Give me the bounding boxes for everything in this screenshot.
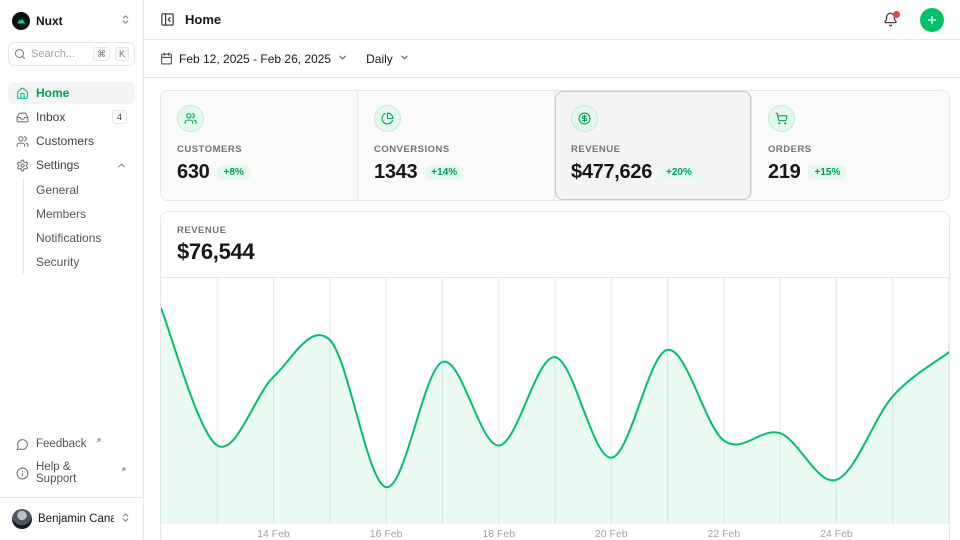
search-input[interactable]: Search... ⌘ K: [8, 42, 135, 66]
users-icon: [16, 135, 29, 148]
help-support-label: Help & Support: [36, 461, 112, 485]
chevron-down-icon: [399, 52, 410, 66]
stat-label: CONVERSIONS: [374, 144, 538, 155]
sidebar-item-customers[interactable]: Customers: [8, 130, 135, 152]
add-button[interactable]: [920, 8, 944, 32]
stat-delta-badge: +8%: [217, 165, 249, 180]
feedback-label: Feedback: [36, 438, 87, 450]
x-axis-tick: 20 Feb: [595, 528, 628, 540]
sidebar-item-notifications[interactable]: Notifications: [24, 226, 135, 250]
user-menu[interactable]: Benjamin Canac: [8, 506, 135, 532]
sidebar-item-label: Customers: [36, 134, 127, 148]
external-link-icon: [95, 435, 102, 447]
user-name: Benjamin Canac: [38, 513, 114, 525]
x-axis-tick: 14 Feb: [257, 528, 290, 540]
sidebar-item-general[interactable]: General: [24, 178, 135, 202]
filters-toolbar: Feb 12, 2025 - Feb 26, 2025 Daily: [144, 40, 960, 78]
notifications-button[interactable]: [883, 12, 898, 27]
stat-label: CUSTOMERS: [177, 144, 341, 155]
stat-delta-badge: +14%: [425, 165, 463, 180]
chevrons-up-down-icon: [120, 510, 131, 528]
x-axis-tick: 16 Feb: [370, 528, 403, 540]
stat-card-revenue[interactable]: REVENUE $477,626 +20%: [555, 91, 752, 200]
main-area: Home Feb 12, 2025 - Feb 26, 2025 Daily: [144, 0, 960, 540]
sidebar-item-inbox[interactable]: Inbox 4: [8, 106, 135, 128]
info-circle-icon: [16, 467, 29, 480]
sidebar-nav: Home Inbox 4 Customers Settings: [0, 76, 143, 425]
sidebar-item-security[interactable]: Security: [24, 250, 135, 274]
stat-card-customers[interactable]: CUSTOMERS 630 +8%: [161, 91, 358, 200]
notification-dot: [893, 11, 900, 18]
kbd-meta: ⌘: [93, 47, 110, 61]
chevron-down-icon: [337, 52, 348, 66]
sidebar-item-home[interactable]: Home: [8, 82, 135, 104]
x-axis-tick: 18 Feb: [482, 528, 515, 540]
page-header: Home: [144, 0, 960, 40]
page-title: Home: [185, 12, 873, 27]
chart-metric-value: $76,544: [177, 239, 933, 265]
search-icon: [14, 48, 26, 60]
x-axis-tick: 22 Feb: [707, 528, 740, 540]
sidebar-item-label: Inbox: [36, 110, 105, 124]
home-icon: [16, 87, 29, 100]
kbd-k: K: [115, 47, 129, 61]
sidebar-collapse-button[interactable]: [160, 12, 175, 27]
feedback-link[interactable]: Feedback: [8, 431, 135, 457]
revenue-chart-plot[interactable]: [161, 277, 949, 523]
period-value: Daily: [366, 52, 393, 66]
x-axis: 14 Feb 16 Feb 18 Feb 20 Feb 22 Feb 24 Feb: [161, 523, 949, 540]
stat-value: 1343: [374, 161, 417, 184]
stat-value: 219: [768, 161, 800, 184]
content: CUSTOMERS 630 +8% CONVERSIONS 1343 +14%: [144, 78, 960, 540]
external-link-icon: [120, 464, 127, 476]
x-axis-tick: 24 Feb: [820, 528, 853, 540]
period-select[interactable]: Daily: [366, 52, 410, 66]
date-range-value: Feb 12, 2025 - Feb 26, 2025: [179, 52, 331, 66]
gear-icon: [16, 159, 29, 172]
stat-value: $477,626: [571, 161, 652, 184]
stat-delta-badge: +15%: [808, 165, 846, 180]
revenue-chart-card: REVENUE $76,544 14 Feb 16 Feb 18 Feb 20 Feb…: [160, 211, 950, 540]
sidebar-item-members[interactable]: Members: [24, 202, 135, 226]
pie-chart-icon: [374, 105, 401, 132]
settings-subnav: General Members Notifications Security: [23, 178, 135, 274]
stat-delta-badge: +20%: [660, 165, 698, 180]
dashboard-app: Nuxt Search... ⌘ K Home: [0, 0, 960, 540]
sidebar-footer: Feedback Help & Support: [0, 425, 143, 497]
stat-card-orders[interactable]: ORDERS 219 +15%: [752, 91, 949, 200]
shopping-cart-icon: [768, 105, 795, 132]
workspace-name: Nuxt: [36, 14, 114, 28]
help-support-link[interactable]: Help & Support: [8, 457, 135, 489]
chart-metric-label: REVENUE: [177, 225, 933, 236]
calendar-icon: [160, 52, 173, 65]
nuxt-logo-icon: [12, 12, 30, 30]
stat-card-conversions[interactable]: CONVERSIONS 1343 +14%: [358, 91, 555, 200]
sidebar: Nuxt Search... ⌘ K Home: [0, 0, 144, 540]
avatar: [12, 509, 32, 529]
revenue-chart-svg: [161, 278, 949, 524]
sidebar-item-settings[interactable]: Settings: [8, 154, 135, 176]
chevron-up-icon: [116, 160, 127, 171]
workspace-selector[interactable]: Nuxt: [8, 10, 135, 32]
inbox-count-badge: 4: [112, 110, 127, 124]
users-icon: [177, 105, 204, 132]
dollar-circle-icon: [571, 105, 598, 132]
stat-label: REVENUE: [571, 144, 735, 155]
chevrons-up-down-icon: [120, 12, 131, 30]
search-placeholder: Search...: [31, 48, 88, 60]
stat-label: ORDERS: [768, 144, 933, 155]
plus-icon: [926, 14, 938, 26]
stats-row: CUSTOMERS 630 +8% CONVERSIONS 1343 +14%: [160, 90, 950, 201]
sidebar-item-label: Home: [36, 86, 127, 100]
message-bubble-icon: [16, 438, 29, 451]
stat-value: 630: [177, 161, 209, 184]
sidebar-item-label: Settings: [36, 158, 109, 172]
inbox-icon: [16, 111, 29, 124]
date-range-picker[interactable]: Feb 12, 2025 - Feb 26, 2025: [160, 52, 348, 66]
